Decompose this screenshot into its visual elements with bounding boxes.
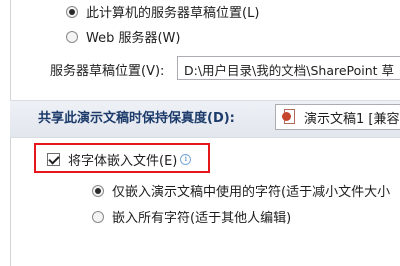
radio-web-server-label: Web 服务器(W)	[86, 31, 181, 46]
info-icon: i	[180, 154, 192, 165]
radio-local-drafts[interactable]: 此计算机的服务器草稿位置(L)	[66, 2, 259, 21]
radio-embed-used-only-label: 仅嵌入演示文稿中使用的字符(适于减小文件大小	[112, 185, 391, 200]
radio-local-drafts-label: 此计算机的服务器草稿位置(L)	[86, 6, 260, 21]
radio-web-server-button[interactable]	[66, 30, 78, 43]
radio-embed-all[interactable]: 嵌入所有字符(适于其他人编辑)	[92, 207, 291, 226]
radio-embed-all-label: 嵌入所有字符(适于其他人编辑)	[112, 211, 292, 226]
embed-fonts-label: 将字体嵌入文件(E)	[68, 154, 178, 169]
powerpoint-file-icon	[282, 109, 296, 125]
drafts-location-label: 服务器草稿位置(V):	[50, 64, 165, 79]
radio-embed-used-only[interactable]: 仅嵌入演示文稿中使用的字符(适于减小文件大小	[92, 181, 390, 200]
embed-fonts-option[interactable]: 将字体嵌入文件(E) i	[47, 150, 192, 169]
radio-web-server[interactable]: Web 服务器(W)	[66, 27, 180, 46]
radio-local-drafts-button[interactable]	[66, 5, 78, 18]
embed-fonts-checkbox[interactable]	[47, 153, 60, 166]
radio-embed-used-only-button[interactable]	[92, 184, 104, 197]
radio-embed-all-button[interactable]	[92, 210, 104, 223]
drafts-location-row: 服务器草稿位置(V):	[50, 60, 164, 79]
fidelity-section-title: 共享此演示文稿时保持保真度(D):	[38, 111, 235, 126]
fidelity-document-select[interactable]: 演示文稿1 [兼容	[275, 104, 400, 130]
fidelity-document-select-value: 演示文稿1 [兼容	[304, 111, 400, 127]
drafts-location-input[interactable]: D:\用户目录\我的文档\SharePoint 草	[177, 56, 400, 80]
